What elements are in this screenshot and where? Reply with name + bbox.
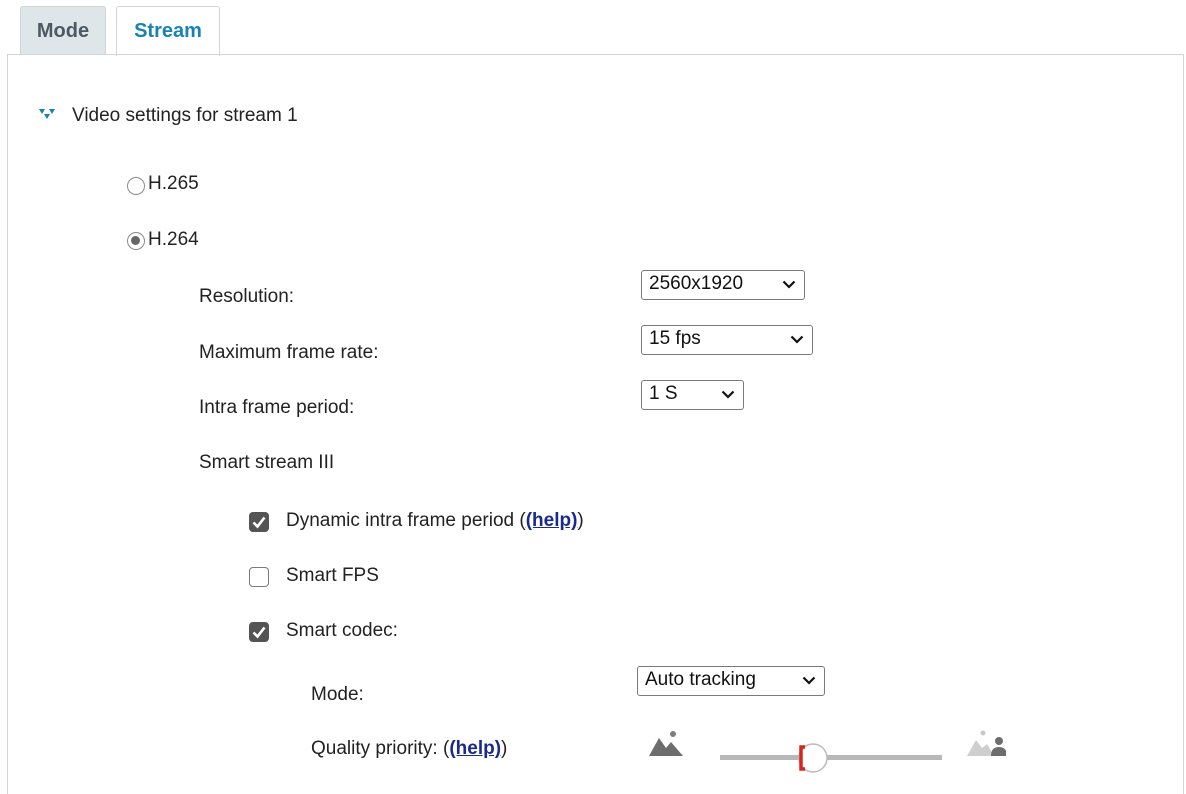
person-quality-icon (967, 730, 1006, 756)
quality-help-link[interactable]: (help) (449, 738, 501, 759)
frame-rate-label: Maximum frame rate: (199, 342, 379, 363)
triangle-expand-icon[interactable] (38, 107, 56, 121)
h264-label: H.264 (148, 229, 199, 250)
stream-panel (7, 54, 1184, 794)
dynamic-intra-row: Dynamic intra frame period ((help)) (286, 510, 584, 532)
intra-period-select[interactable]: 1 S (641, 380, 744, 410)
resolution-select[interactable]: 2560x1920 (641, 270, 805, 300)
resolution-label: Resolution: (199, 286, 295, 307)
slider-thumb-icon (798, 743, 828, 773)
image-quality-icon (649, 731, 683, 756)
mode-label: Mode: (311, 684, 364, 705)
dynamic-intra-help-link[interactable]: (help) (526, 510, 578, 531)
intra-period-label: Intra frame period: (199, 397, 355, 418)
h264-radio[interactable] (127, 232, 145, 250)
smart-stream-title: Smart stream III (199, 452, 335, 473)
mode-select[interactable]: Auto tracking (637, 666, 825, 696)
intra-period-value: 1 S (649, 383, 678, 404)
chevron-down-icon (790, 335, 804, 344)
frame-rate-select[interactable]: 15 fps (641, 325, 813, 355)
frame-rate-value: 15 fps (649, 328, 701, 349)
resolution-value: 2560x1920 (649, 273, 744, 294)
quality-suffix: ) (501, 738, 508, 759)
dynamic-intra-suffix: ) (577, 510, 584, 531)
smart-codec-checkbox[interactable] (249, 622, 269, 642)
slider-thumb[interactable] (796, 741, 830, 775)
quality-row: Quality priority: ((help)) (311, 738, 507, 760)
checkmark-icon (252, 516, 266, 529)
checkmark-icon (252, 626, 266, 639)
mode-value: Auto tracking (645, 669, 756, 690)
smart-codec-label: Smart codec: (286, 620, 398, 641)
dynamic-intra-label: Dynamic intra frame period ( (286, 510, 526, 531)
tab-mode[interactable]: Mode (20, 6, 106, 54)
dynamic-intra-checkbox[interactable] (249, 512, 269, 532)
smart-fps-checkbox[interactable] (249, 567, 269, 587)
chevron-down-icon (721, 390, 735, 399)
smart-fps-label: Smart FPS (286, 565, 379, 586)
h265-radio[interactable] (127, 177, 145, 195)
chevron-down-icon (782, 280, 796, 289)
chevron-down-icon (802, 676, 816, 685)
quality-label: Quality priority: ( (311, 738, 450, 759)
h265-label: H.265 (148, 173, 199, 194)
section-title: Video settings for stream 1 (72, 105, 298, 126)
slider-track (720, 755, 942, 760)
tab-stream[interactable]: Stream (116, 6, 220, 56)
quality-slider[interactable] (720, 740, 942, 776)
